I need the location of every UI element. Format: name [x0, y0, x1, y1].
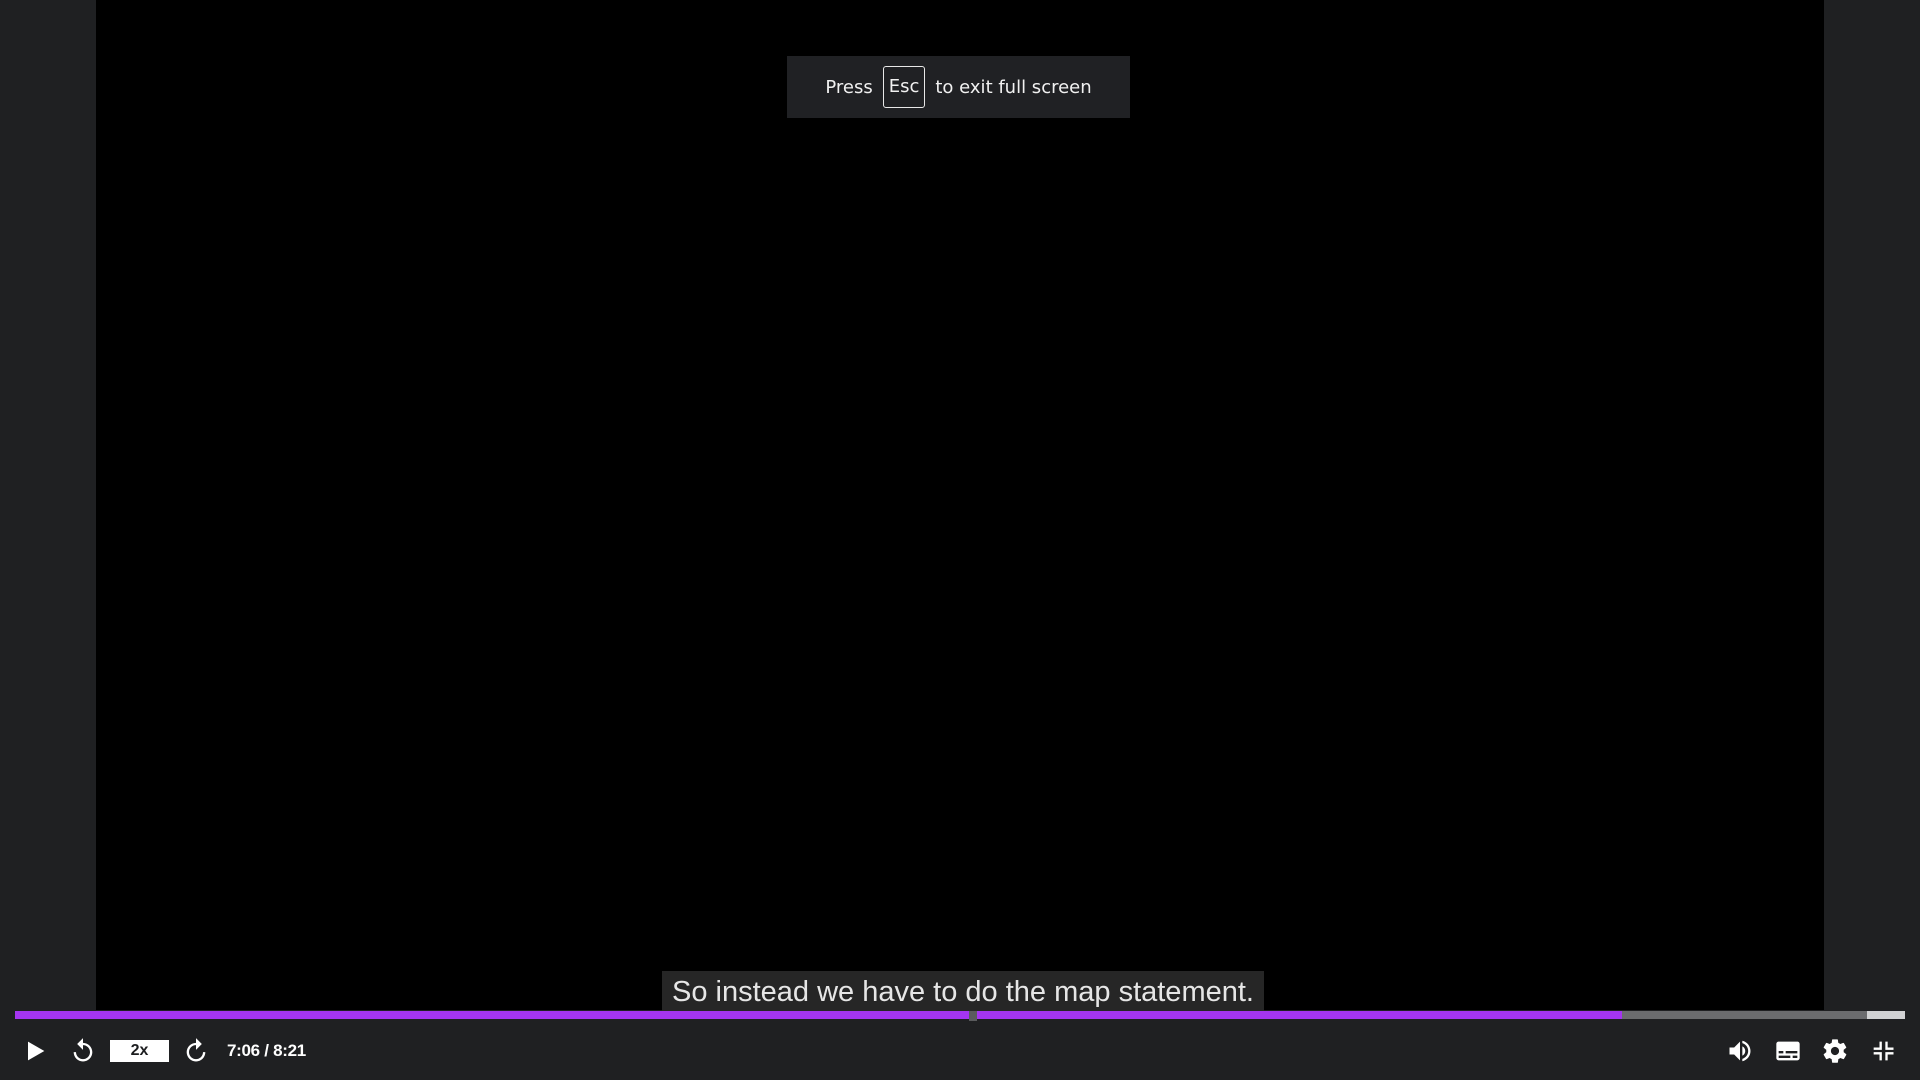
volume-icon	[1729, 1040, 1751, 1062]
time-display: 7:06 / 8:21	[227, 1041, 306, 1060]
progress-bar[interactable]	[15, 1011, 1905, 1021]
control-bar: 2x 7:06 / 8:21	[0, 1022, 1920, 1080]
play-button[interactable]	[19, 1035, 51, 1067]
settings-button[interactable]	[1819, 1035, 1851, 1067]
esc-key-hint: Esc	[882, 66, 926, 108]
progress-scrubber[interactable]	[969, 1011, 978, 1021]
video-player: Press Esc to exit full screen So instead…	[0, 0, 1920, 1080]
progress-remaining	[1867, 1011, 1905, 1019]
captions-button[interactable]	[1772, 1035, 1804, 1067]
gear-icon	[1823, 1039, 1847, 1063]
rewind-button[interactable]	[67, 1035, 99, 1067]
exit-fullscreen-icon	[1873, 1041, 1894, 1061]
exit-fullscreen-button[interactable]	[1867, 1035, 1899, 1067]
forward-5s-icon	[186, 1038, 206, 1062]
rewind-5s-icon	[73, 1038, 93, 1062]
playback-speed-button[interactable]: 2x	[110, 1040, 169, 1062]
notice-suffix: to exit full screen	[935, 76, 1092, 98]
subtitle-caption: So instead we have to do the map stateme…	[662, 971, 1264, 1011]
play-icon	[28, 1041, 45, 1061]
captions-icon	[1776, 1041, 1800, 1061]
forward-button[interactable]	[180, 1035, 212, 1067]
video-viewport[interactable]	[96, 0, 1824, 1010]
volume-button[interactable]	[1724, 1035, 1756, 1067]
fullscreen-exit-notice: Press Esc to exit full screen	[787, 56, 1130, 118]
progress-played	[15, 1011, 1622, 1019]
notice-prefix: Press	[825, 76, 873, 98]
